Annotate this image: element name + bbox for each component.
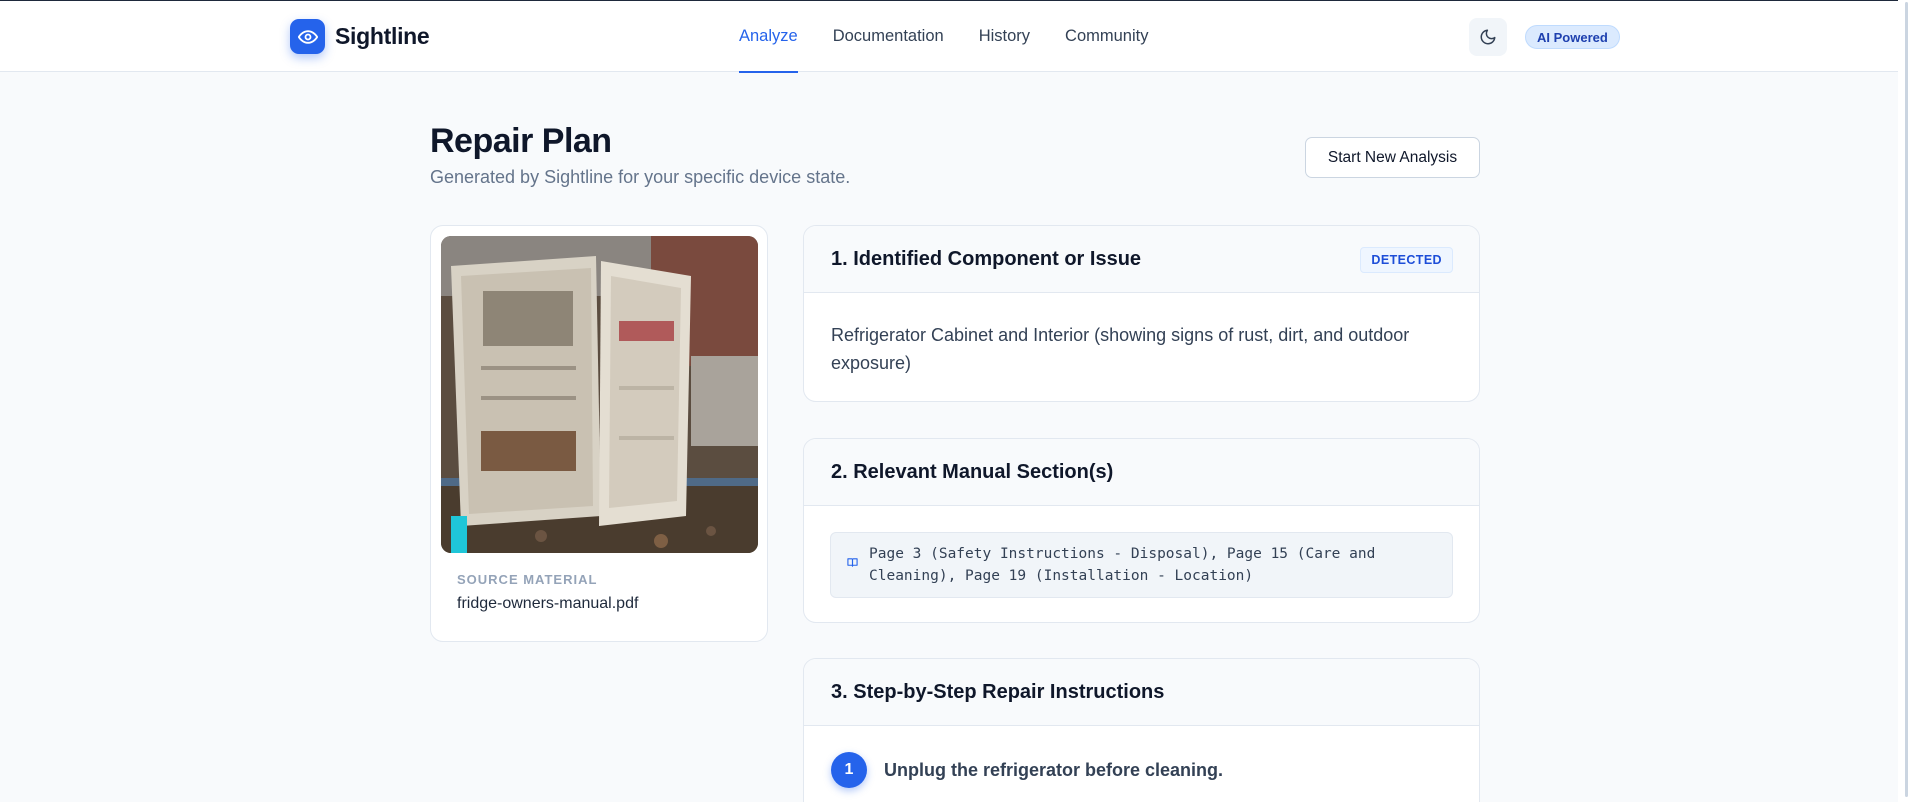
manual-sections-card: 2. Relevant Manual Section(s) Page 3 (Sa… <box>803 438 1480 623</box>
top-navigation-bar: Sightline Analyze Documentation History … <box>0 0 1913 73</box>
brand-logo[interactable]: Sightline <box>290 19 430 54</box>
nav-analyze[interactable]: Analyze <box>739 1 798 73</box>
moon-icon <box>1480 29 1496 45</box>
brand-name: Sightline <box>335 23 430 49</box>
ai-powered-badge: AI Powered <box>1525 25 1620 49</box>
step-text: Unplug the refrigerator before cleaning. <box>884 759 1224 780</box>
identified-issue-card: 1. Identified Component or Issue DETECTE… <box>803 225 1480 402</box>
book-icon <box>847 558 858 567</box>
issue-card-title: 1. Identified Component or Issue <box>831 248 1142 270</box>
eye-icon <box>290 19 325 54</box>
issue-description: Refrigerator Cabinet and Interior (showi… <box>831 325 1410 373</box>
page-subtitle: Generated by Sightline for your specific… <box>430 167 851 187</box>
detected-badge: DETECTED <box>1360 247 1453 273</box>
step-number: 1 <box>831 752 867 788</box>
manual-reference-box: Page 3 (Safety Instructions - Disposal),… <box>830 532 1453 598</box>
scrollbar-thumb[interactable] <box>1905 2 1908 797</box>
nav-history[interactable]: History <box>979 1 1030 72</box>
nav-documentation[interactable]: Documentation <box>833 1 944 72</box>
page-title: Repair Plan <box>430 122 612 160</box>
repair-steps-card: 3. Step-by-Step Repair Instructions 1 Un… <box>803 658 1480 802</box>
source-material-label: SOURCE MATERIAL <box>457 572 598 587</box>
theme-toggle-button[interactable] <box>1469 18 1507 56</box>
main-nav: Analyze Documentation History Community <box>739 1 1148 73</box>
source-file-name[interactable]: fridge-owners-manual.pdf <box>457 595 638 613</box>
nav-community[interactable]: Community <box>1065 1 1148 72</box>
start-new-analysis-button[interactable]: Start New Analysis <box>1305 137 1480 178</box>
manual-reference-text: Page 3 (Safety Instructions - Disposal),… <box>869 546 1376 584</box>
step-item: 1 Unplug the refrigerator before cleanin… <box>831 752 1223 788</box>
device-photo <box>441 236 758 553</box>
manual-card-title: 2. Relevant Manual Section(s) <box>831 461 1114 483</box>
steps-card-title: 3. Step-by-Step Repair Instructions <box>831 681 1165 703</box>
